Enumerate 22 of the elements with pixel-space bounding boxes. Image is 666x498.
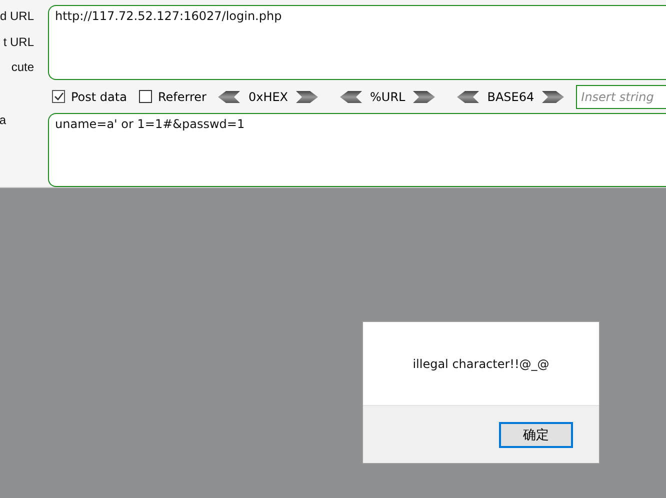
post-data-field[interactable]: uname=a' or 1=1#&passwd=1 [48,113,666,187]
checkbox-option[interactable]: Post data [52,90,127,104]
right-chevron-icon[interactable] [413,90,436,102]
field-label: t URL [3,35,34,49]
alert-message: illegal character!!@_@ [412,356,550,370]
checkbox[interactable] [52,90,65,103]
checkbox-option[interactable]: Referrer [138,90,206,104]
right-chevron-icon[interactable] [296,90,318,102]
encoder-label: 0xHEX [248,90,288,104]
field-label: a [0,113,6,127]
right-chevron-icon[interactable] [542,90,564,102]
url-field[interactable]: http://117.72.52.127:16027/login.php [48,5,666,80]
encoder-label: BASE64 [487,90,534,104]
ok-button[interactable]: 确定 [499,422,573,448]
checkbox[interactable] [138,90,152,103]
field-label: cute [11,60,34,74]
insert-string-field[interactable]: Insert string [576,84,666,108]
left-chevron-icon[interactable] [218,90,240,102]
left-chevron-icon[interactable] [457,90,480,102]
field-label: d URL [0,9,34,23]
encoder-label: %URL [370,90,406,104]
left-chevron-icon[interactable] [340,90,362,102]
